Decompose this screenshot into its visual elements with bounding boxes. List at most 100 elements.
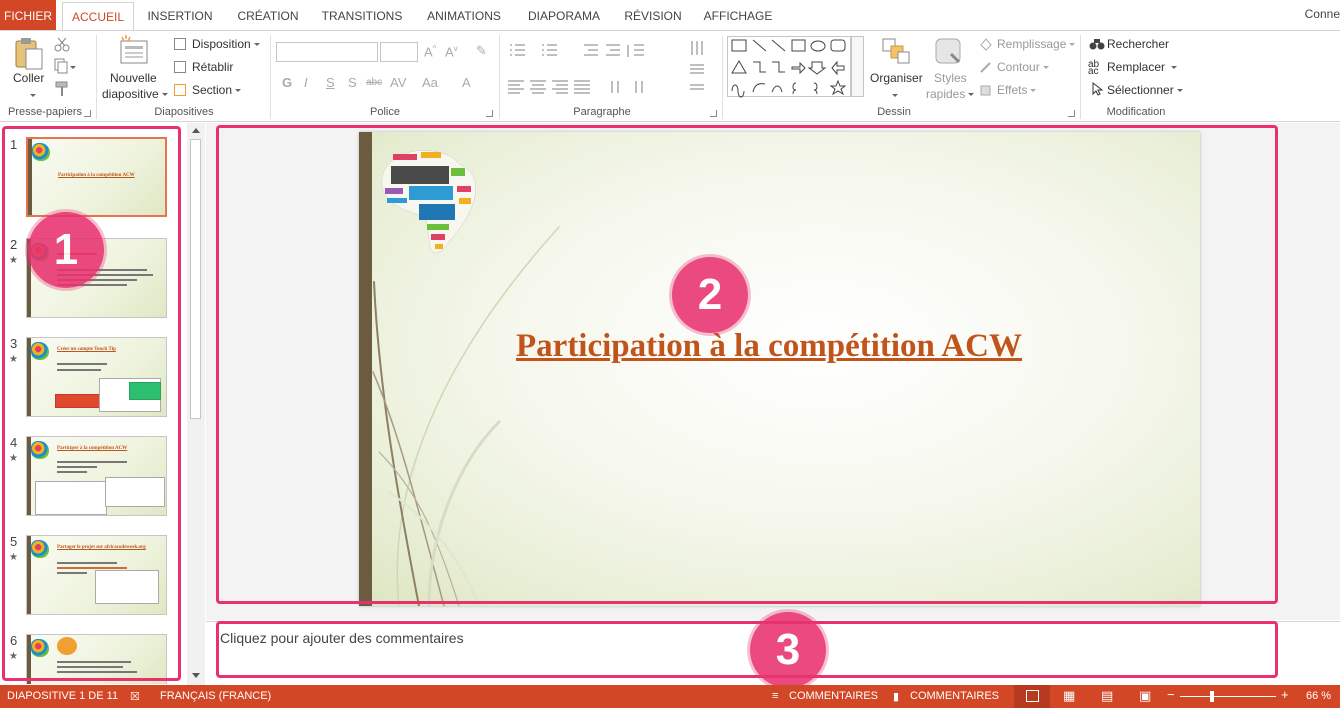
zoom-level[interactable]: 66 % <box>1306 690 1331 702</box>
font-family-select[interactable] <box>276 42 378 62</box>
language-indicator[interactable]: FRANÇAIS (FRANCE) <box>160 690 271 702</box>
quick-styles-button[interactable]: rapides <box>926 87 975 101</box>
shape-fill-icon <box>979 37 993 54</box>
paste-button[interactable]: Coller <box>13 71 44 85</box>
annotation-badge-3: 3 <box>750 612 826 688</box>
tab-view[interactable]: AFFICHAGE <box>698 0 778 30</box>
clear-format-icon[interactable]: ✎ <box>476 43 487 59</box>
quick-styles-line2: rapides <box>926 87 966 101</box>
tab-design[interactable]: CRÉATION <box>230 0 306 30</box>
quick-styles-icon <box>934 37 964 70</box>
shapes-gallery-scroll[interactable] <box>851 36 864 97</box>
shape-fill-button[interactable]: Remplissage <box>997 37 1076 51</box>
reset-icon <box>174 61 186 73</box>
clipboard-group-label: Presse-papiers <box>8 106 82 118</box>
tab-insert[interactable]: INSERTION <box>142 0 218 30</box>
spelling-check-icon[interactable]: ☒ <box>130 690 140 703</box>
normal-view-icon[interactable] <box>1026 690 1039 702</box>
scroll-down-arrow-icon[interactable] <box>192 673 200 678</box>
group-separator <box>96 35 97 119</box>
group-separator <box>270 35 271 119</box>
layout-icon <box>174 38 186 50</box>
shape-fill-label: Remplissage <box>997 37 1067 51</box>
char-spacing-icon[interactable]: AV <box>390 75 406 90</box>
shape-effects-button[interactable]: Effets <box>997 83 1037 97</box>
shape-outline-button[interactable]: Contour <box>997 60 1049 74</box>
change-case-icon[interactable]: Aa <box>422 75 438 90</box>
section-button[interactable]: Section <box>192 83 242 97</box>
arrange-dropdown[interactable] <box>889 88 898 102</box>
annotation-badge-2: 2 <box>672 257 748 333</box>
new-slide-button[interactable]: diapositive <box>102 87 168 101</box>
shape-effects-label: Effets <box>997 83 1028 97</box>
replace-icon: ab ac <box>1088 59 1100 77</box>
find-button[interactable]: Rechercher <box>1107 37 1169 51</box>
tab-transitions[interactable]: TRANSITIONS <box>316 0 408 30</box>
drawing-group-label: Dessin <box>877 106 911 118</box>
tab-file[interactable]: FICHIER <box>0 0 56 30</box>
font-size-select[interactable] <box>380 42 418 62</box>
tab-animations[interactable]: ANIMATIONS <box>418 0 510 30</box>
zoom-slider-knob[interactable] <box>1210 691 1214 702</box>
paragraph-launcher-icon[interactable] <box>710 110 717 117</box>
new-slide-icon[interactable] <box>118 35 150 70</box>
text-direction-icons[interactable] <box>688 39 712 102</box>
shadow-icon[interactable]: S <box>348 75 357 90</box>
slide-sorter-view-icon[interactable]: ▦ <box>1063 688 1075 704</box>
select-label: Sélectionner <box>1107 83 1174 97</box>
zoom-in-icon[interactable]: + <box>1281 687 1289 702</box>
thumbnails-scrollbar[interactable] <box>187 123 205 685</box>
scrollbar-thumb[interactable] <box>190 139 201 419</box>
scroll-up-arrow-icon[interactable] <box>192 128 200 133</box>
zoom-slider-track[interactable] <box>1180 696 1276 697</box>
underline-icon[interactable]: S <box>326 75 335 90</box>
highlight-box-notes <box>216 621 1278 678</box>
replace-button[interactable]: Remplacer <box>1107 60 1178 74</box>
arrange-button[interactable]: Organiser <box>870 71 923 85</box>
status-bar: DIAPOSITIVE 1 DE 11 ☒ FRANÇAIS (FRANCE) … <box>0 685 1340 708</box>
shape-effects-icon <box>979 83 993 100</box>
tab-home[interactable]: ACCUEIL <box>62 2 134 31</box>
font-launcher-icon[interactable] <box>486 110 493 117</box>
shape-outline-icon <box>979 60 993 77</box>
format-painter-icon[interactable] <box>54 81 70 100</box>
highlight-box-thumbnails <box>2 126 181 681</box>
shrink-font-icon[interactable]: Av <box>445 44 458 59</box>
select-cursor-icon <box>1091 81 1104 99</box>
section-icon <box>174 84 186 96</box>
section-label: Section <box>192 83 233 97</box>
bold-icon[interactable]: G <box>282 75 292 90</box>
grow-font-icon[interactable]: A^ <box>424 44 436 59</box>
italic-icon[interactable]: I <box>304 75 308 90</box>
paragraph-tools-icons[interactable] <box>506 41 716 104</box>
find-icon <box>1089 37 1105 54</box>
copy-icon[interactable] <box>54 58 76 77</box>
new-slide-button-line1[interactable]: Nouvelle <box>110 71 157 85</box>
strikethrough-icon[interactable]: abc <box>366 77 382 88</box>
paste-dropdown[interactable] <box>27 88 36 102</box>
shape-outline-label: Contour <box>997 60 1040 74</box>
slideshow-view-icon[interactable]: ▣ <box>1139 688 1151 704</box>
reset-button[interactable]: Rétablir <box>192 60 233 74</box>
font-group-label: Police <box>370 106 400 118</box>
cut-icon[interactable] <box>54 36 70 55</box>
tab-review[interactable]: RÉVISION <box>618 0 688 30</box>
group-separator <box>1080 35 1081 119</box>
font-color-icon[interactable]: A <box>462 75 471 90</box>
highlight-box-slide <box>216 125 1278 604</box>
zoom-out-icon[interactable]: − <box>1167 687 1175 702</box>
replace-label: Remplacer <box>1107 60 1166 74</box>
account-signin[interactable]: Conne <box>1305 7 1340 21</box>
reading-view-icon[interactable]: ▤ <box>1101 688 1113 704</box>
new-slide-button-line2: diapositive <box>102 87 159 101</box>
comments-button[interactable]: COMMENTAIRES <box>910 690 999 702</box>
drawing-launcher-icon[interactable] <box>1068 110 1075 117</box>
layout-button[interactable]: Disposition <box>192 37 260 51</box>
tab-slideshow[interactable]: DIAPORAMA <box>520 0 608 30</box>
shapes-gallery[interactable] <box>727 36 851 98</box>
select-button[interactable]: Sélectionner <box>1107 83 1183 97</box>
clipboard-launcher-icon[interactable] <box>84 110 91 117</box>
notes-toggle-button[interactable]: COMMENTAIRES <box>789 690 878 702</box>
ribbon-tabs: FICHIER ACCUEIL INSERTION CRÉATION TRANS… <box>0 0 1340 31</box>
slides-group-label: Diapositives <box>154 106 214 118</box>
